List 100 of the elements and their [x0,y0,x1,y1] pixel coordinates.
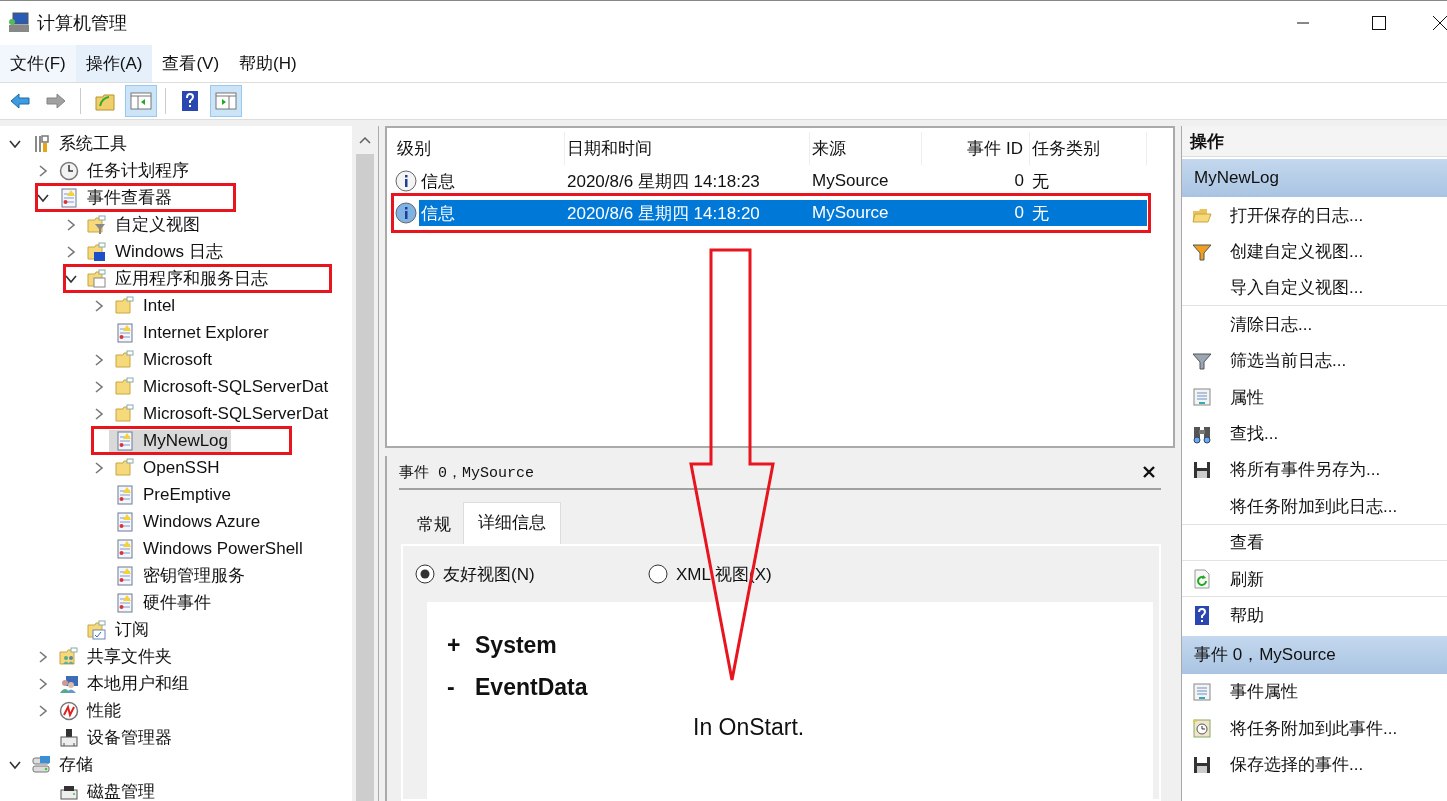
action-item[interactable]: 清除日志... [1182,306,1447,343]
action-item[interactable]: 刷新 [1182,560,1447,598]
section-header[interactable]: 事件 0，MySource [1182,635,1447,674]
maximize-icon[interactable] [1372,16,1386,30]
table-cell-text: 无 [1031,170,1050,193]
table-row[interactable]: 信息 2020/8/6 星期四 14:18:23 MySource 0 无 [419,168,1147,194]
expand-chevron-icon[interactable] [93,353,105,366]
tree-item[interactable]: 本地用户和组 [53,671,192,696]
scroll-up-icon[interactable] [359,136,371,144]
radio-option[interactable]: 友好视图(N) [415,562,640,586]
tree-item[interactable]: 性能 [53,698,124,723]
tree-item[interactable]: PreEmptive [109,483,234,506]
action-item[interactable]: 查找... [1182,415,1447,452]
table-row[interactable]: 信息 2020/8/6 星期四 14:18:20 MySource 0 无 [419,200,1147,226]
help-icon[interactable] [179,90,201,112]
expand-chevron-icon[interactable] [37,650,49,663]
close-icon[interactable] [1433,16,1447,30]
scrollbar-thumb[interactable] [356,154,374,801]
tab[interactable]: 详细信息 [463,502,561,544]
action-item[interactable]: 将任务附加到此事件... [1182,710,1447,747]
tree-item[interactable]: Windows Azure [109,510,264,533]
expand-chevron-icon[interactable] [65,245,77,258]
menu-item[interactable]: 文件(F) [0,45,76,82]
tree-item[interactable]: Microsoft-SQLServerDat [109,375,332,398]
folder-filter-icon [87,214,107,235]
refresh-icon [1192,569,1212,590]
tree-item[interactable]: 任务计划程序 [53,158,192,183]
folder-icon [115,349,135,370]
menu-item[interactable]: 操作(A) [75,45,153,82]
radio-button[interactable] [415,564,435,584]
menu-item[interactable]: 查看(V) [152,45,230,82]
tree-item[interactable]: 硬件事件 [109,590,214,615]
tree-item[interactable]: Windows 日志 [81,239,226,264]
save-icon [1192,459,1212,480]
menu-item[interactable]: 帮助(H) [229,45,307,82]
show-actions-icon[interactable] [215,90,237,112]
gauge-icon [59,700,79,721]
tree-item[interactable]: 自定义视图 [81,212,203,237]
expand-chevron-icon[interactable] [37,704,49,717]
event-log-icon [115,565,135,586]
action-item[interactable]: 将任务附加到此日志... [1182,488,1447,525]
action-item[interactable]: 导入自定义视图... [1182,269,1447,307]
action-item[interactable]: 将所有事件另存为... [1182,451,1447,489]
save-icon [1192,754,1212,775]
folder-window-icon [87,268,107,289]
action-item[interactable]: 保存选择的事件... [1182,746,1447,783]
column-header[interactable]: 来源 [810,132,922,165]
expand-chevron-icon[interactable] [93,299,105,312]
tree-item[interactable]: 订阅 [81,617,152,642]
folder-icon [115,457,135,478]
toggle-sign[interactable]: + [447,631,475,659]
action-item[interactable]: 查看 [1182,524,1447,561]
device-icon [59,727,79,748]
back-arrow-icon[interactable] [9,90,31,112]
tree-item[interactable]: 存储 [25,752,96,777]
tree-item[interactable]: Windows PowerShell [109,537,306,560]
tab[interactable]: 常规 [405,507,463,544]
tree-item[interactable]: MyNewLog [109,429,232,452]
close-icon[interactable] [1143,466,1155,478]
tree-item[interactable]: 系统工具 [25,131,130,156]
action-item[interactable]: 帮助 [1182,597,1447,634]
expand-chevron-icon[interactable] [37,164,49,177]
tree-item[interactable]: Internet Explorer [109,321,272,344]
tree-item[interactable]: 事件查看器 [53,185,175,210]
tree-item[interactable]: 密钥管理服务 [109,563,248,588]
tree-item[interactable]: 设备管理器 [53,725,175,750]
column-header[interactable]: 任务类别 [1030,132,1147,165]
expand-chevron-icon[interactable] [93,407,105,420]
action-item[interactable]: 筛选当前日志... [1182,342,1447,379]
action-item[interactable]: 属性 [1182,378,1447,416]
tree-item[interactable]: 应用程序和服务日志 [81,266,271,291]
tree-item[interactable]: Microsoft [109,348,215,371]
toggle-sign[interactable]: - [447,673,475,701]
tree-item[interactable]: OpenSSH [109,456,223,479]
expand-chevron-icon[interactable] [65,218,77,231]
tree-item[interactable]: 共享文件夹 [53,644,175,669]
action-item[interactable]: 创建自定义视图... [1182,233,1447,270]
tree-item[interactable]: 磁盘管理 [53,779,158,801]
section-header[interactable]: MyNewLog [1182,159,1447,197]
expand-chevron-icon[interactable] [37,677,49,690]
column-header[interactable]: 日期和时间 [565,132,810,165]
column-header[interactable]: 事件 ID [922,132,1030,165]
event-data-text: In OnStart. [692,714,806,741]
tree-item[interactable]: Intel [109,294,179,317]
action-item[interactable]: 事件属性 [1182,673,1447,711]
users-icon [59,673,79,694]
event-log-icon [115,592,135,613]
action-item[interactable]: 打开保存的日志... [1182,197,1447,234]
expand-chevron-icon[interactable] [93,380,105,393]
scrollbar[interactable] [352,126,378,801]
tree-item[interactable]: Microsoft-SQLServerDat [109,402,332,425]
filter-icon [1192,241,1212,262]
storage-icon [31,754,51,775]
column-header[interactable]: 级别 [395,132,565,165]
show-tree-icon[interactable] [130,90,152,112]
shared-folder-icon [59,646,79,667]
event-log-icon [115,430,135,451]
folder-icon [115,376,135,397]
expand-chevron-icon[interactable] [93,461,105,474]
radio-button[interactable] [648,564,668,584]
